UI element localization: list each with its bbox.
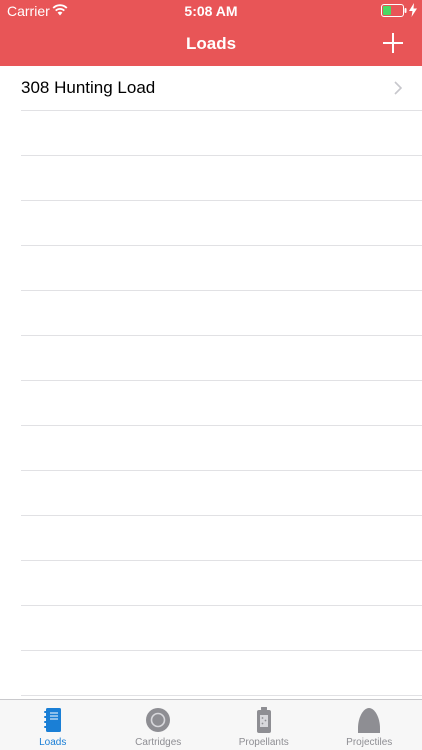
status-bar: Carrier 5:08 AM bbox=[0, 0, 422, 22]
page-title: Loads bbox=[185, 34, 237, 53]
propellant-icon bbox=[256, 707, 271, 733]
empty-row bbox=[21, 381, 422, 426]
tab-label: Loads bbox=[39, 737, 67, 748]
cartridge-icon bbox=[146, 708, 171, 732]
tab-loads[interactable]: Loads bbox=[0, 700, 106, 750]
tab-bar: Loads Cartridges Propellants Projectiles bbox=[0, 699, 422, 750]
empty-row bbox=[21, 471, 422, 516]
battery-icon bbox=[381, 4, 407, 17]
tab-label: Cartridges bbox=[135, 737, 182, 748]
tab-label: Projectiles bbox=[346, 737, 393, 748]
empty-row bbox=[21, 336, 422, 381]
list-item-label: 308 Hunting Load bbox=[21, 78, 156, 97]
tab-label: Propellants bbox=[238, 737, 289, 748]
loads-list: 308 Hunting Load bbox=[0, 66, 422, 699]
empty-row bbox=[21, 111, 422, 156]
navigation-bar: Loads bbox=[0, 22, 422, 66]
chevron-right-icon bbox=[394, 81, 402, 95]
empty-row bbox=[21, 291, 422, 336]
empty-row bbox=[21, 651, 422, 696]
empty-row bbox=[21, 426, 422, 471]
empty-row bbox=[21, 156, 422, 201]
tab-propellants[interactable]: Propellants bbox=[211, 700, 317, 750]
add-button[interactable] bbox=[378, 28, 408, 58]
tab-projectiles[interactable]: Projectiles bbox=[317, 700, 422, 750]
header: Carrier 5:08 AM Loads bbox=[0, 0, 422, 66]
charging-bolt-icon bbox=[409, 3, 417, 17]
empty-row bbox=[21, 561, 422, 606]
empty-row bbox=[21, 606, 422, 651]
list-item[interactable]: 308 Hunting Load bbox=[21, 66, 422, 111]
projectile-icon bbox=[358, 708, 381, 733]
notebook-icon bbox=[43, 708, 61, 732]
empty-row bbox=[21, 201, 422, 246]
screen: Carrier 5:08 AM Loads 308 Hunting Load L… bbox=[0, 0, 422, 750]
empty-row bbox=[21, 516, 422, 561]
empty-row bbox=[21, 246, 422, 291]
tab-cartridges[interactable]: Cartridges bbox=[106, 700, 212, 750]
clock-time: 5:08 AM bbox=[184, 3, 238, 19]
